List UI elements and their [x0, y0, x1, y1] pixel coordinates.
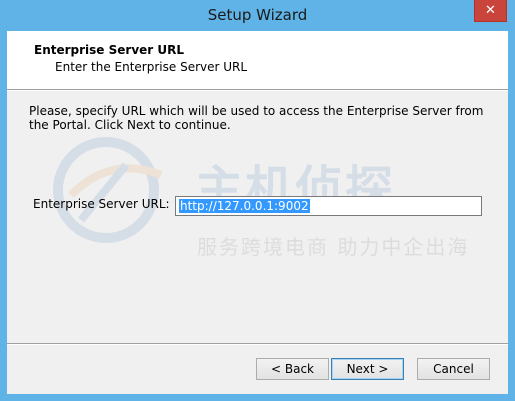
url-input[interactable]: http://127.0.0.1:9002	[175, 196, 482, 216]
footer-divider-highlight	[7, 344, 508, 345]
back-button[interactable]: < Back	[256, 358, 329, 380]
close-icon: ✕	[485, 3, 496, 18]
page-title: Enterprise Server URL	[34, 43, 184, 57]
wizard-client-area: Enterprise Server URL Enter the Enterpri…	[7, 31, 508, 394]
close-button[interactable]: ✕	[474, 0, 507, 22]
page-subtitle: Enter the Enterprise Server URL	[55, 60, 248, 74]
cancel-button[interactable]: Cancel	[417, 358, 490, 380]
instructions-text: Please, specify URL which will be used t…	[29, 104, 484, 132]
wizard-header: Enterprise Server URL Enter the Enterpri…	[7, 31, 508, 89]
next-button[interactable]: Next >	[331, 358, 404, 380]
title-bar[interactable]: Setup Wizard ✕	[0, 0, 515, 30]
url-label: Enterprise Server URL:	[33, 197, 170, 211]
url-input-value: http://127.0.0.1:9002	[179, 199, 310, 213]
watermark-logo	[53, 137, 163, 243]
window-title: Setup Wizard	[207, 6, 308, 24]
header-divider-highlight	[7, 90, 508, 91]
setup-wizard-window: Setup Wizard ✕ Enterprise Server URL Ent…	[0, 0, 515, 401]
watermark-sub-text: 服务跨境电商 助力中企出海	[197, 235, 470, 259]
